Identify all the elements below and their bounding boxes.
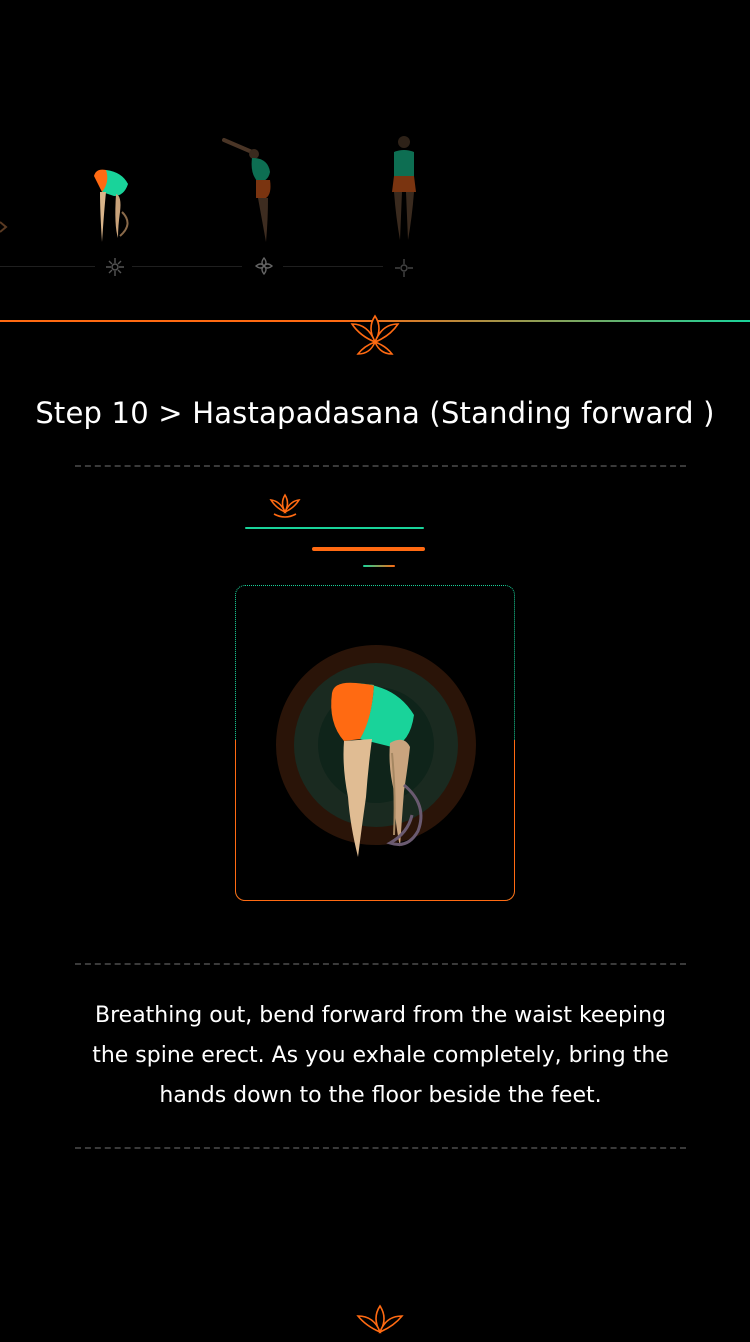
dashed-divider	[75, 1147, 686, 1149]
carousel-pose-backward-bend[interactable]	[222, 134, 278, 246]
lotus-icon	[356, 1304, 404, 1334]
previous-pose-icon[interactable]	[0, 220, 8, 234]
carousel-pose-forward-bend[interactable]	[88, 166, 138, 246]
timeline-line	[283, 266, 383, 267]
breath-progress-bar	[363, 565, 395, 567]
timeline-node-icon[interactable]	[393, 257, 415, 279]
carousel-pose-prayer[interactable]	[386, 134, 422, 246]
timeline-node-icon[interactable]	[104, 256, 126, 278]
timeline-line	[132, 266, 242, 267]
lotus-icon	[269, 493, 301, 518]
pose-carousel[interactable]	[0, 0, 750, 320]
step-description: Breathing out, bend forward from the wai…	[92, 1003, 669, 1108]
dashed-divider	[75, 465, 686, 467]
dashed-divider	[75, 963, 686, 965]
forward-bend-illustration	[276, 645, 476, 857]
breath-progress-bar	[245, 527, 424, 529]
step-title: Step 10 > Hastapadasana (Standing forwar…	[35, 396, 715, 430]
timeline-line	[0, 266, 95, 267]
breath-progress-bar	[312, 547, 425, 551]
lotus-icon	[350, 314, 400, 355]
timeline-node-icon[interactable]	[253, 255, 275, 277]
